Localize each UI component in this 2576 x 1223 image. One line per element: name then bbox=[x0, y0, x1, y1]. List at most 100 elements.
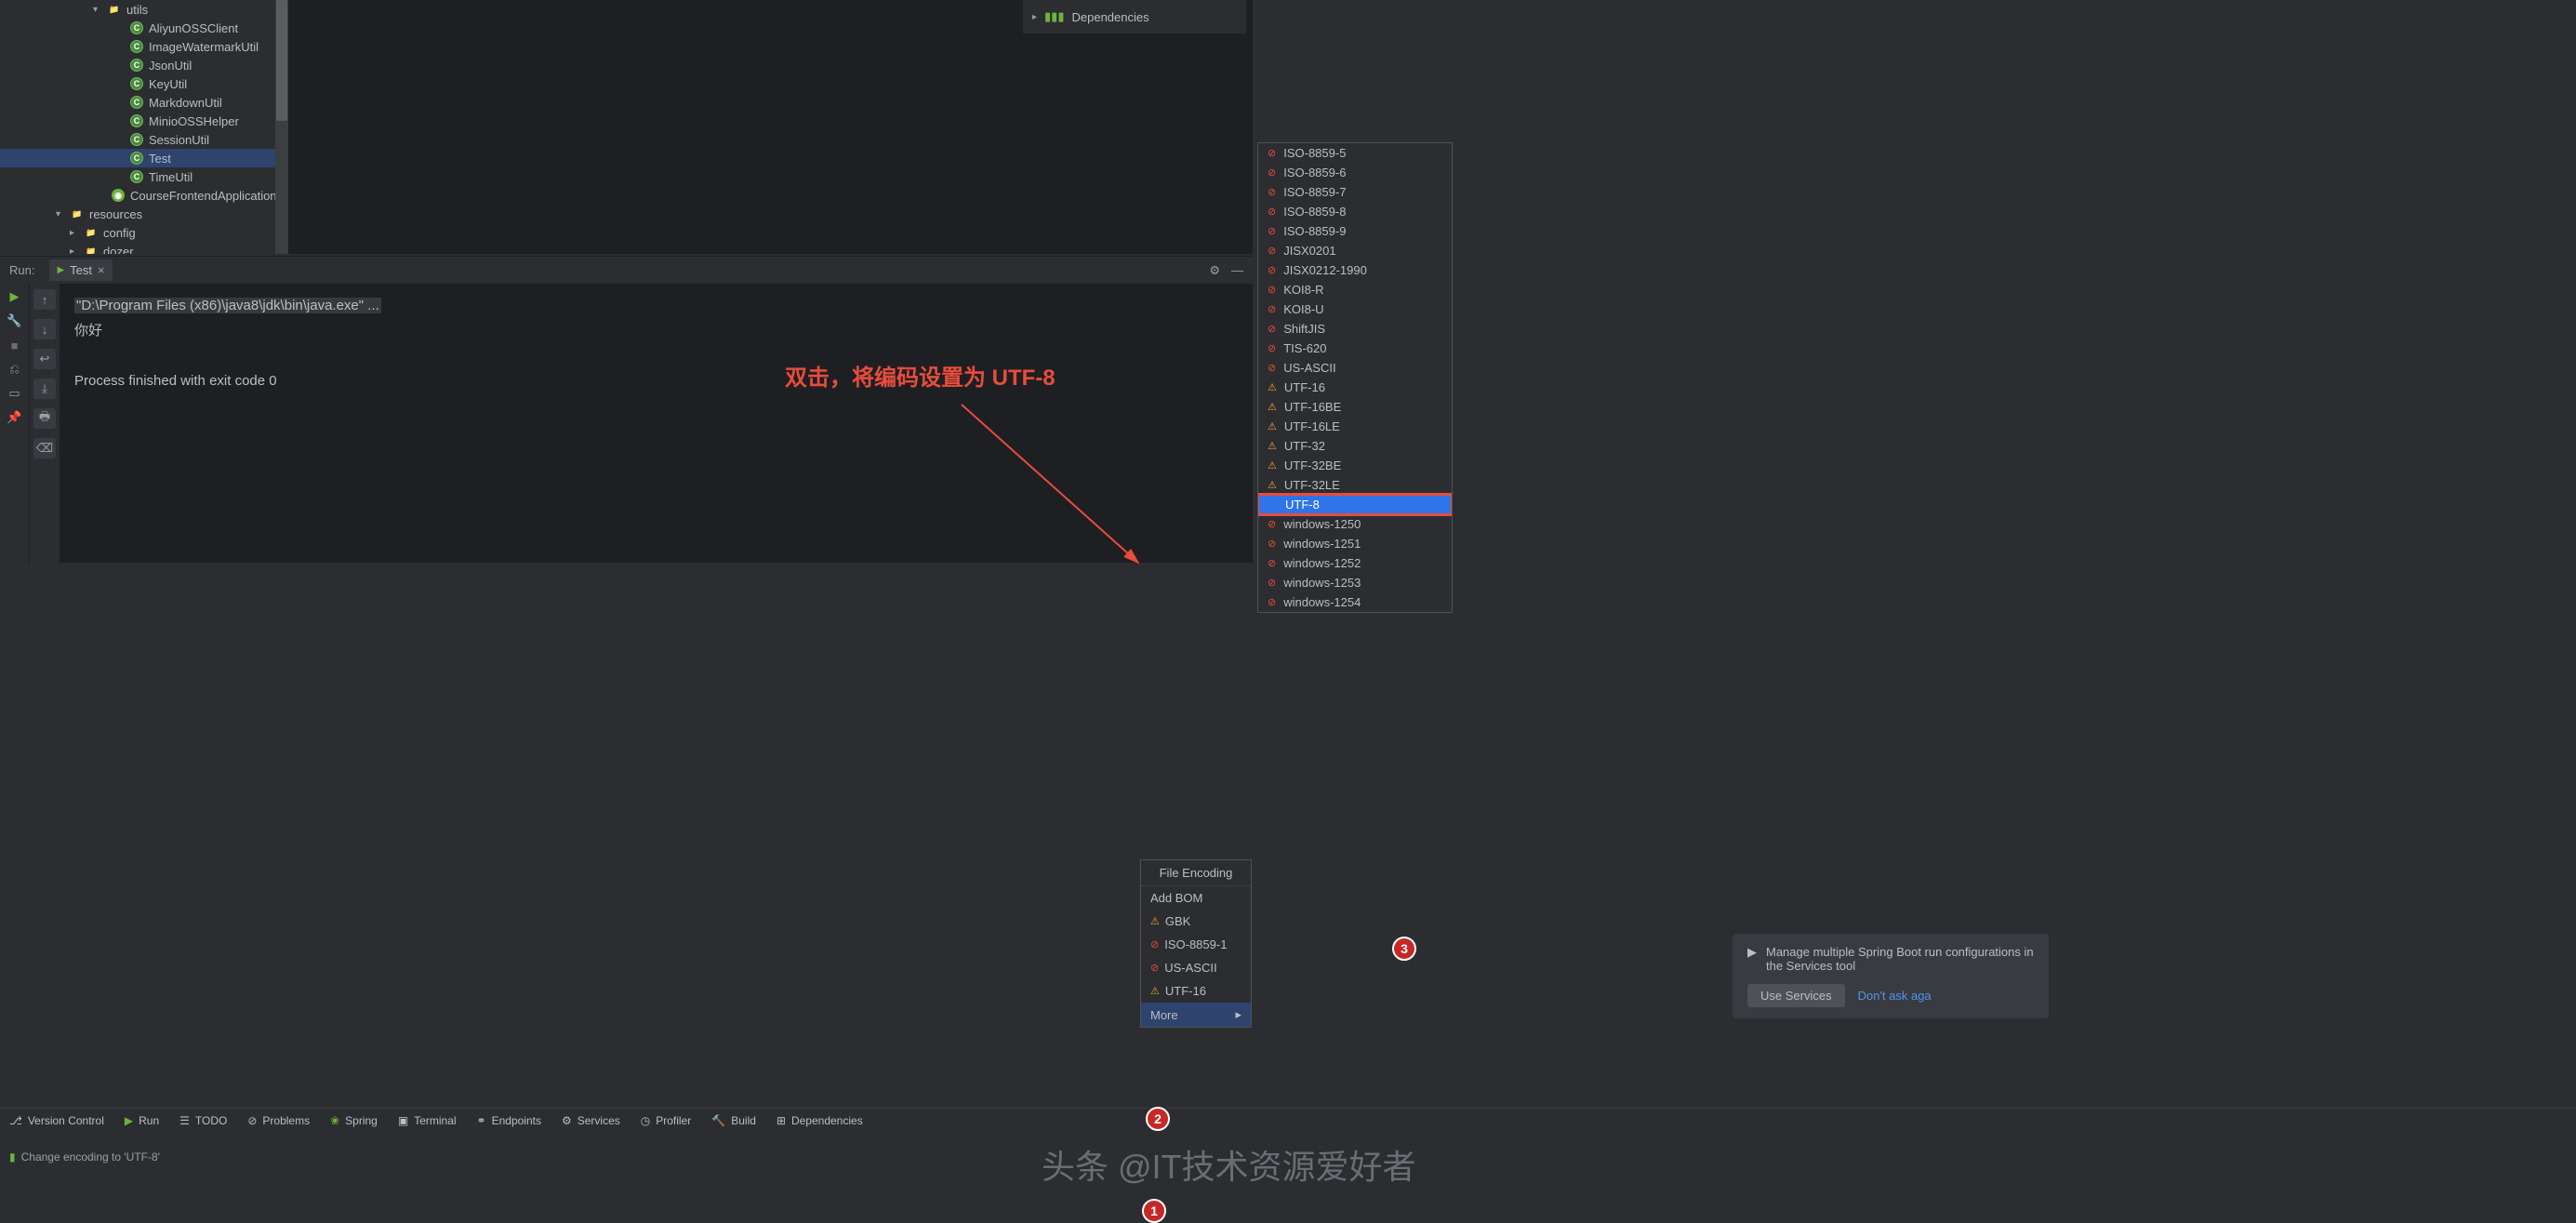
spring-button[interactable]: ❀Spring bbox=[330, 1114, 378, 1127]
encoding-item[interactable]: ⚠UTF-16 bbox=[1141, 979, 1251, 1003]
scrollbar-thumb[interactable] bbox=[276, 0, 287, 121]
library-icon: ▮▮▮ bbox=[1044, 9, 1064, 24]
encoding-item-utf-32be[interactable]: ⚠UTF-32BE bbox=[1258, 456, 1452, 475]
notification-popup: ▶ Manage multiple Spring Boot run config… bbox=[1733, 934, 2049, 1018]
tree-app-class[interactable]: ◉ CourseFrontendApplication bbox=[0, 186, 288, 205]
tree-dozer[interactable]: ▸ 📁 dozer bbox=[0, 242, 288, 254]
encoding-item-us-ascii[interactable]: ⊘US-ASCII bbox=[1258, 358, 1452, 378]
todo-button[interactable]: ☰TODO bbox=[179, 1114, 227, 1127]
add-bom-item[interactable]: Add BOM bbox=[1141, 886, 1251, 910]
run-label: Run: bbox=[9, 263, 34, 277]
dont-ask-link[interactable]: Don't ask aga bbox=[1858, 989, 1932, 1003]
item-label: JISX0201 bbox=[1283, 244, 1335, 258]
version-control-button[interactable]: ⎇Version Control bbox=[9, 1114, 104, 1127]
down-icon[interactable]: ↓ bbox=[33, 319, 56, 339]
encoding-item-jisx0201[interactable]: ⊘ JISX0201 bbox=[1258, 241, 1452, 260]
services-button[interactable]: ⚙Services bbox=[562, 1114, 620, 1127]
problems-button[interactable]: ⊘Problems bbox=[247, 1114, 310, 1127]
encoding-list-popup[interactable]: ⊘ISO-8859-5⊘ISO-8859-6⊘ISO-8859-7⊘ISO-88… bbox=[1257, 142, 1453, 613]
dependencies-label: Dependencies bbox=[1072, 10, 1149, 24]
encoding-item-utf-32[interactable]: ⚠UTF-32 bbox=[1258, 436, 1452, 456]
encoding-item[interactable]: ⊘US-ASCII bbox=[1141, 956, 1251, 979]
encoding-item-iso-8859-8[interactable]: ⊘ISO-8859-8 bbox=[1258, 202, 1452, 221]
run-tab-test[interactable]: ▶ Test × bbox=[49, 259, 112, 281]
endpoints-button[interactable]: ⚭Endpoints bbox=[477, 1114, 541, 1127]
todo-icon: ☰ bbox=[179, 1114, 190, 1127]
tree-class-markdownutil[interactable]: CMarkdownUtil bbox=[0, 93, 288, 112]
encoding-item-iso-8859-7[interactable]: ⊘ISO-8859-7 bbox=[1258, 182, 1452, 202]
encoding-item-utf-16[interactable]: ⚠UTF-16 bbox=[1258, 378, 1452, 397]
up-icon[interactable]: ↑ bbox=[33, 289, 56, 310]
tree-class-timeutil[interactable]: CTimeUtil bbox=[0, 167, 288, 186]
chevron-right-icon: ▸ bbox=[70, 246, 81, 255]
console-output[interactable]: "D:\Program Files (x86)\java8\jdk\bin\ja… bbox=[60, 284, 1253, 563]
dependencies-button[interactable]: ⊞Dependencies bbox=[777, 1114, 863, 1127]
stop-icon[interactable]: ■ bbox=[7, 338, 22, 352]
item-label: ISO-8859-9 bbox=[1283, 224, 1346, 238]
close-icon[interactable]: × bbox=[98, 263, 105, 277]
encoding-item-utf-32le[interactable]: ⚠UTF-32LE bbox=[1258, 475, 1452, 495]
encoding-item[interactable]: ⚠GBK bbox=[1141, 910, 1251, 933]
encoding-item-utf-16be[interactable]: ⚠UTF-16BE bbox=[1258, 397, 1452, 417]
use-services-button[interactable]: Use Services bbox=[1747, 984, 1845, 1007]
error-icon: ⊘ bbox=[1268, 323, 1276, 335]
tree-config[interactable]: ▸ 📁 config bbox=[0, 223, 288, 242]
file-encoding-popup[interactable]: File Encoding Add BOM ⚠GBK⊘ISO-8859-1⊘US… bbox=[1140, 859, 1252, 1028]
scrollbar-track[interactable] bbox=[275, 0, 288, 254]
encoding-item-iso-8859-9[interactable]: ⊘ISO-8859-9 bbox=[1258, 221, 1452, 241]
build-button[interactable]: 🔨Build bbox=[711, 1114, 756, 1127]
encoding-item-windows-1254[interactable]: ⊘windows-1254 bbox=[1258, 592, 1452, 612]
tree-class-aliyunossclient[interactable]: CAliyunOSSClient bbox=[0, 19, 288, 37]
tree-folder-utils[interactable]: ▾ 📁 utils bbox=[0, 0, 288, 19]
encoding-item-iso-8859-5[interactable]: ⊘ISO-8859-5 bbox=[1258, 143, 1452, 163]
gear-icon[interactable]: ⚙ bbox=[1209, 263, 1220, 278]
tree-class-test[interactable]: CTest bbox=[0, 149, 288, 167]
class-icon: C bbox=[130, 133, 143, 146]
item-label: US-ASCII bbox=[1283, 361, 1335, 375]
encoding-item-shiftjis[interactable]: ⊘ShiftJIS bbox=[1258, 319, 1452, 339]
item-label: More bbox=[1150, 1008, 1178, 1022]
clear-icon[interactable]: ⌫ bbox=[33, 438, 56, 459]
project-tree[interactable]: ▾ 📁 utils CAliyunOSSClientCImageWatermar… bbox=[0, 0, 288, 254]
scroll-end-icon[interactable]: ⤓ bbox=[33, 379, 56, 399]
tree-class-keyutil[interactable]: CKeyUtil bbox=[0, 74, 288, 93]
terminal-button[interactable]: ▣Terminal bbox=[398, 1114, 457, 1127]
profiler-button[interactable]: ◷Profiler bbox=[641, 1114, 692, 1127]
rerun-icon[interactable]: ▶ bbox=[7, 289, 22, 304]
tree-class-sessionutil[interactable]: CSessionUtil bbox=[0, 130, 288, 149]
encoding-item-koi8-r[interactable]: ⊘KOI8-R bbox=[1258, 280, 1452, 299]
pin-icon[interactable]: 📌 bbox=[7, 410, 22, 425]
encoding-item-koi8-u[interactable]: ⊘KOI8-U bbox=[1258, 299, 1452, 319]
encoding-item-windows-1250[interactable]: ⊘windows-1250 bbox=[1258, 514, 1452, 534]
run-toolbar-left: ▶ 🔧 ■ ⎌ ▭ 📌 bbox=[0, 284, 30, 563]
more-item[interactable]: More ▸ bbox=[1141, 1003, 1251, 1027]
dependencies-node[interactable]: ▸ ▮▮▮ Dependencies bbox=[1032, 9, 1237, 24]
thread-icon[interactable]: ⎌ bbox=[7, 362, 22, 377]
tree-class-jsonutil[interactable]: CJsonUtil bbox=[0, 56, 288, 74]
minimize-icon[interactable]: — bbox=[1231, 263, 1243, 278]
tree-label: ImageWatermarkUtil bbox=[149, 40, 259, 54]
encoding-item-windows-1253[interactable]: ⊘windows-1253 bbox=[1258, 573, 1452, 592]
item-label: KOI8-U bbox=[1283, 302, 1323, 316]
error-icon: ⊘ bbox=[1268, 245, 1276, 257]
encoding-item-iso-8859-6[interactable]: ⊘ISO-8859-6 bbox=[1258, 163, 1452, 182]
wrench-icon[interactable]: 🔧 bbox=[7, 313, 22, 328]
item-label: UTF-32 bbox=[1284, 439, 1325, 453]
layout-icon[interactable]: ▭ bbox=[7, 386, 22, 401]
annotation-badge-1: 1 bbox=[1142, 1199, 1166, 1223]
encoding-item-utf-8[interactable]: UTF-8 bbox=[1258, 495, 1452, 514]
watermark-text: 头条 @IT技术资源爱好者 bbox=[1042, 1140, 1416, 1189]
run-button[interactable]: ▶Run bbox=[125, 1114, 159, 1127]
encoding-item-jisx0212-1990[interactable]: ⊘JISX0212-1990 bbox=[1258, 260, 1452, 280]
encoding-item-windows-1252[interactable]: ⊘windows-1252 bbox=[1258, 553, 1452, 573]
tree-resources[interactable]: ▾ 📁 resources bbox=[0, 205, 288, 223]
tree-class-imagewatermarkutil[interactable]: CImageWatermarkUtil bbox=[0, 37, 288, 56]
encoding-item-tis-620[interactable]: ⊘TIS-620 bbox=[1258, 339, 1452, 358]
encoding-item-utf-16le[interactable]: ⚠UTF-16LE bbox=[1258, 417, 1452, 436]
encoding-item-windows-1251[interactable]: ⊘windows-1251 bbox=[1258, 534, 1452, 553]
tree-class-minioosshelper[interactable]: CMinioOSSHelper bbox=[0, 112, 288, 130]
build-icon: 🔨 bbox=[711, 1114, 725, 1127]
print-icon[interactable]: 🖶 bbox=[33, 408, 56, 429]
soft-wrap-icon[interactable]: ↩ bbox=[33, 349, 56, 369]
encoding-item[interactable]: ⊘ISO-8859-1 bbox=[1141, 933, 1251, 956]
